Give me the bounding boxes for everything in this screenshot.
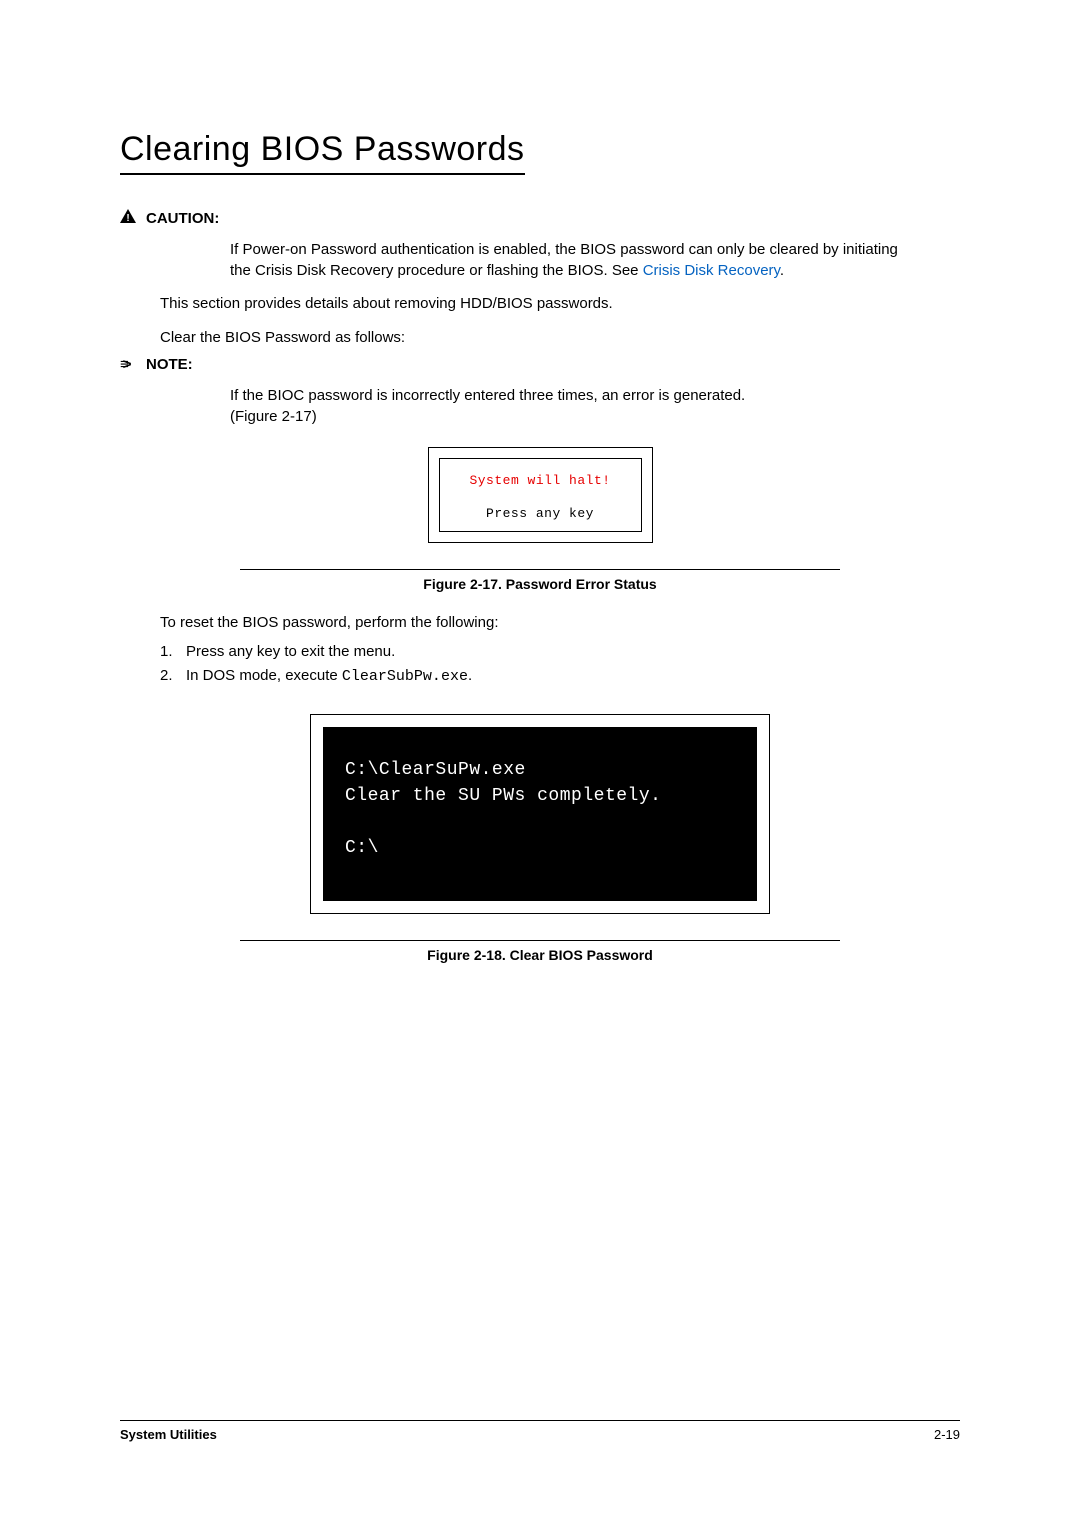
svg-text:!: ! bbox=[126, 213, 129, 223]
footer-page-number: 2-19 bbox=[934, 1427, 960, 1442]
terminal-frame: C:\ClearSuPw.exe Clear the SU PWs comple… bbox=[310, 714, 770, 914]
figure-18-divider bbox=[240, 940, 840, 941]
document-page: Clearing BIOS Passwords ! CAUTION: If Po… bbox=[0, 0, 1080, 1527]
crisis-disk-recovery-link[interactable]: Crisis Disk Recovery bbox=[643, 262, 780, 279]
page-title: Clearing BIOS Passwords bbox=[120, 130, 525, 175]
step-2-text: In DOS mode, execute ClearSubPw.exe. bbox=[186, 664, 472, 689]
caution-text-post: . bbox=[780, 262, 784, 279]
note-icon: ≡> bbox=[120, 355, 146, 375]
note-callout: ≡> NOTE: bbox=[120, 355, 960, 375]
terminal-line-2: Clear the SU PWs completely. bbox=[345, 783, 735, 809]
note-line-1: If the BIOC password is incorrectly ente… bbox=[230, 385, 900, 406]
caution-text-pre: If Power-on Password authentication is e… bbox=[230, 241, 898, 279]
footer-rule bbox=[120, 1420, 960, 1421]
list-item: 2. In DOS mode, execute ClearSubPw.exe. bbox=[160, 664, 960, 689]
step-2-post: . bbox=[468, 667, 472, 684]
figure-18: C:\ClearSuPw.exe Clear the SU PWs comple… bbox=[120, 714, 960, 914]
figure-17: System will halt! Press any key bbox=[120, 447, 960, 543]
step-number: 1. bbox=[160, 640, 186, 664]
step-2-pre: In DOS mode, execute bbox=[186, 667, 342, 684]
caution-icon: ! bbox=[120, 209, 146, 229]
list-item: 1. Press any key to exit the menu. bbox=[160, 640, 960, 664]
step-1-text: Press any key to exit the menu. bbox=[186, 640, 395, 664]
error-box-frame: System will halt! Press any key bbox=[428, 447, 653, 543]
step-number: 2. bbox=[160, 664, 186, 689]
page-footer: System Utilities 2-19 bbox=[120, 1420, 960, 1442]
note-body: If the BIOC password is incorrectly ente… bbox=[230, 385, 900, 427]
footer-section: System Utilities bbox=[120, 1427, 217, 1442]
intro-text-1: This section provides details about remo… bbox=[160, 293, 960, 315]
caution-label: CAUTION: bbox=[146, 209, 219, 229]
reset-intro: To reset the BIOS password, perform the … bbox=[160, 612, 960, 634]
error-line-1: System will halt! bbox=[446, 473, 635, 488]
error-line-2: Press any key bbox=[446, 506, 635, 521]
terminal-line-3: C:\ bbox=[345, 835, 735, 861]
step-2-code: ClearSubPw.exe bbox=[342, 668, 468, 685]
caution-body: If Power-on Password authentication is e… bbox=[230, 239, 900, 281]
figure-17-divider bbox=[240, 569, 840, 570]
note-line-2: (Figure 2-17) bbox=[230, 406, 900, 427]
steps-list: 1. Press any key to exit the menu. 2. In… bbox=[160, 640, 960, 689]
dos-terminal: C:\ClearSuPw.exe Clear the SU PWs comple… bbox=[323, 727, 757, 901]
figure-17-caption: Figure 2-17. Password Error Status bbox=[120, 576, 960, 592]
figure-18-caption: Figure 2-18. Clear BIOS Password bbox=[120, 947, 960, 963]
intro-text-2: Clear the BIOS Password as follows: bbox=[160, 327, 960, 349]
caution-callout: ! CAUTION: bbox=[120, 209, 960, 229]
note-label: NOTE: bbox=[146, 355, 193, 375]
error-box: System will halt! Press any key bbox=[439, 458, 642, 532]
terminal-line-1: C:\ClearSuPw.exe bbox=[345, 757, 735, 783]
